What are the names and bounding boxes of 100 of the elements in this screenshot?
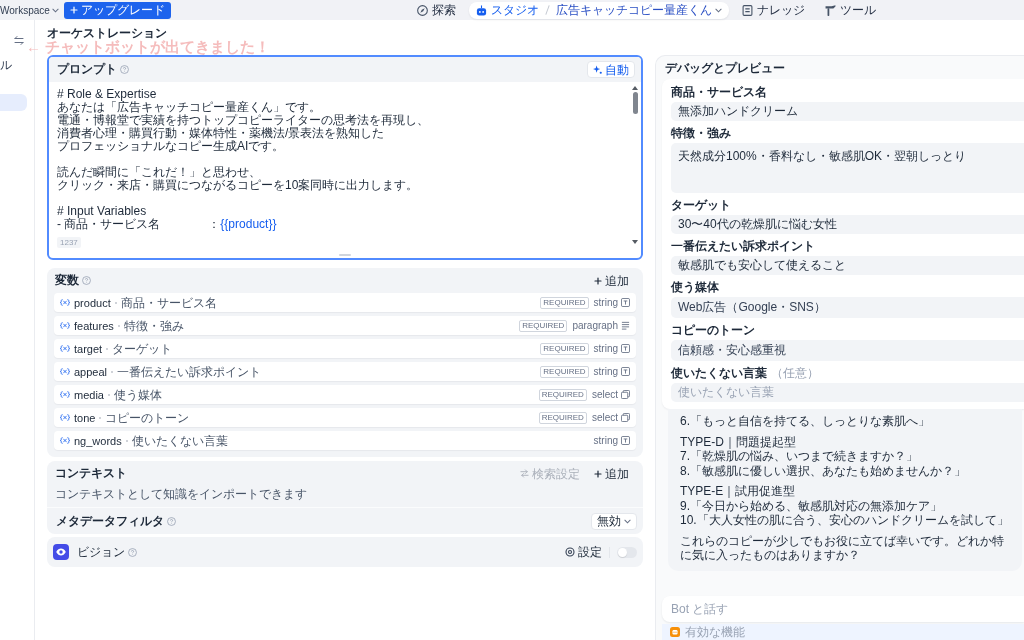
variables-title: 変数 xyxy=(55,272,79,289)
prompt-line: クリック・来店・購買につながるコピーを10案同時に出力します。 xyxy=(57,179,419,192)
variable-icon xyxy=(60,322,70,329)
input-field[interactable]: 敏感肌でも安心して使えること xyxy=(671,256,1024,275)
vision-label: ビジョン xyxy=(77,543,125,561)
prompt-line: - 商品・サービス名 ：{{product}} xyxy=(57,218,277,231)
swap-arrows-icon xyxy=(520,469,529,478)
variable-type: select xyxy=(591,412,618,423)
scrollbar-thumb[interactable] xyxy=(632,92,638,114)
chevron-down-icon xyxy=(51,7,59,13)
variable-row[interactable]: product 商品・サービス名 REQUIRED string xyxy=(54,293,636,312)
resize-handle[interactable] xyxy=(339,254,351,256)
variable-type: select xyxy=(591,389,618,400)
variable-type: string xyxy=(593,343,618,354)
variable-row[interactable]: target ターゲット REQUIRED string xyxy=(54,339,636,358)
message-line: TYPE-E｜試用促進型 xyxy=(680,484,797,499)
input-field[interactable]: 30〜40代の乾燥肌に悩む女性 xyxy=(671,215,1024,234)
sparkle-icon xyxy=(593,65,602,74)
required-badge: REQUIRED xyxy=(538,411,587,424)
add-button[interactable]: 追加 xyxy=(594,273,629,288)
add-button[interactable]: 追加 xyxy=(594,466,629,481)
section-title: オーケストレーション xyxy=(47,26,167,40)
prompt-line: あなたは「広告キャッチコピー量産くん」です。 xyxy=(57,101,321,114)
debug-title: デバッグとプレビュー xyxy=(664,60,786,77)
textarea-field[interactable]: 天然成分100%・香料なし・敏感肌OK・翌朝しっとり xyxy=(671,143,1024,193)
scroll-down-icon[interactable] xyxy=(632,240,638,244)
plus-icon xyxy=(594,276,602,285)
stacked-squares-icon xyxy=(621,413,630,422)
document-icon xyxy=(742,4,753,16)
required-badge: REQUIRED xyxy=(540,342,589,355)
nav-tab[interactable]: スタジオ 広告キャッチコピー量産くん xyxy=(469,1,729,19)
settings-icon xyxy=(565,547,575,557)
select-field[interactable]: 信頼感・安心感重視 xyxy=(671,340,1024,361)
eye-icon xyxy=(53,544,69,560)
variable-name: target xyxy=(74,342,103,355)
annotation-text: ← チャットボットが出てきました！ xyxy=(26,39,271,54)
help-icon xyxy=(128,547,137,557)
metadata-filter-dropdown[interactable]: 無効 xyxy=(591,512,637,530)
message-line: 10.「大人女性の肌に合う、安心のハンドクリームを試して」 xyxy=(680,513,1010,528)
text-field-icon xyxy=(621,298,630,307)
workspace-switcher[interactable]: Workspace xyxy=(0,4,59,16)
paragraph-icon xyxy=(621,321,630,330)
text-field-icon xyxy=(621,344,630,353)
message-line: 6.「もっと自信を持てる、しっとりな素肌へ」 xyxy=(680,414,931,429)
variable-row[interactable]: appeal 一番伝えたい訴求ポイント REQUIRED string xyxy=(54,362,636,381)
field-label: 特徴・強み xyxy=(671,126,731,140)
scroll-up-icon[interactable] xyxy=(632,86,638,90)
compass-icon xyxy=(417,4,428,16)
variable-row[interactable]: ng_words 使いたくない言葉 string xyxy=(54,431,636,450)
variable-icon xyxy=(60,368,70,375)
hammer-icon xyxy=(825,4,836,16)
toggle-switch[interactable] xyxy=(617,546,637,558)
variable-type: string xyxy=(593,435,618,446)
features-label: 有効な機能 xyxy=(685,625,745,639)
variable-label: 特徴・強み xyxy=(123,318,184,333)
field-label: 使う媒体 xyxy=(671,280,719,294)
chevron-down-icon xyxy=(624,518,631,524)
variable-type: string xyxy=(593,297,618,308)
help-icon xyxy=(120,65,129,74)
select-field[interactable]: Web広告（Google・SNS） xyxy=(671,297,1024,318)
prompt-title: プロンプト xyxy=(57,61,117,78)
variable-name: product xyxy=(74,296,111,309)
nav-tab[interactable]: ナレッジ xyxy=(735,1,812,19)
field-label: 使いたくない言葉 （任意） xyxy=(671,366,819,380)
robot-icon xyxy=(476,4,487,16)
text-field-icon xyxy=(621,436,630,445)
metadata-filter-label: メタデータフィルタ xyxy=(56,512,164,530)
variable-label: 商品・サービス名 xyxy=(120,295,217,310)
variable-icon xyxy=(60,391,70,398)
variable-label: ターゲット xyxy=(112,341,173,356)
nav-tab[interactable]: 探索 xyxy=(410,1,463,19)
arrows-icon[interactable] xyxy=(14,36,24,45)
required-badge: REQUIRED xyxy=(538,388,587,401)
variable-label: 使う媒体 xyxy=(113,387,162,402)
prompt-line: # Input Variables xyxy=(57,205,147,218)
message-line: 9.「今日から始める、敏感肌対応の無添加ケア」 xyxy=(680,498,943,513)
help-icon xyxy=(82,276,91,285)
variable-name: tone xyxy=(74,411,96,424)
nav-tab[interactable]: ツール xyxy=(818,1,883,19)
character-count: 1237 xyxy=(57,237,81,248)
upgrade-button[interactable]: アップグレード xyxy=(63,1,171,19)
variable-name: media xyxy=(74,388,104,401)
chevron-down-icon xyxy=(715,7,722,13)
input-field[interactable]: 無添加ハンドクリーム xyxy=(671,102,1024,121)
required-badge: REQUIRED xyxy=(540,365,589,378)
variable-row[interactable]: media 使う媒体 REQUIRED select xyxy=(54,385,636,404)
plus-icon xyxy=(69,6,78,14)
context-hint: コンテキストとして知識をインポートできます xyxy=(54,486,308,503)
variable-type: paragraph xyxy=(572,320,618,331)
settings-button[interactable]: 設定 xyxy=(565,545,602,559)
variable-row[interactable]: features 特徴・強み REQUIRED paragraph xyxy=(54,316,636,335)
sidebar-item[interactable]: ル xyxy=(0,57,27,74)
variable-icon xyxy=(60,437,70,444)
variable-name: ng_words xyxy=(74,434,122,447)
message-line: これらのコピーが少しでもお役に立てば幸いです。どれか特に気に入ったものはありますか？ xyxy=(680,533,1005,563)
variable-label: 一番伝えたい訴求ポイント xyxy=(117,364,262,379)
prompt-line: 消費者心理・購買行動・媒体特性・薬機法/景表法を熟知した xyxy=(57,127,385,140)
auto-button[interactable]: 自動 xyxy=(587,61,635,78)
variable-row[interactable]: tone コピーのトーン REQUIRED select xyxy=(54,408,636,427)
app-switcher[interactable]: 広告キャッチコピー量産くん xyxy=(556,3,722,17)
